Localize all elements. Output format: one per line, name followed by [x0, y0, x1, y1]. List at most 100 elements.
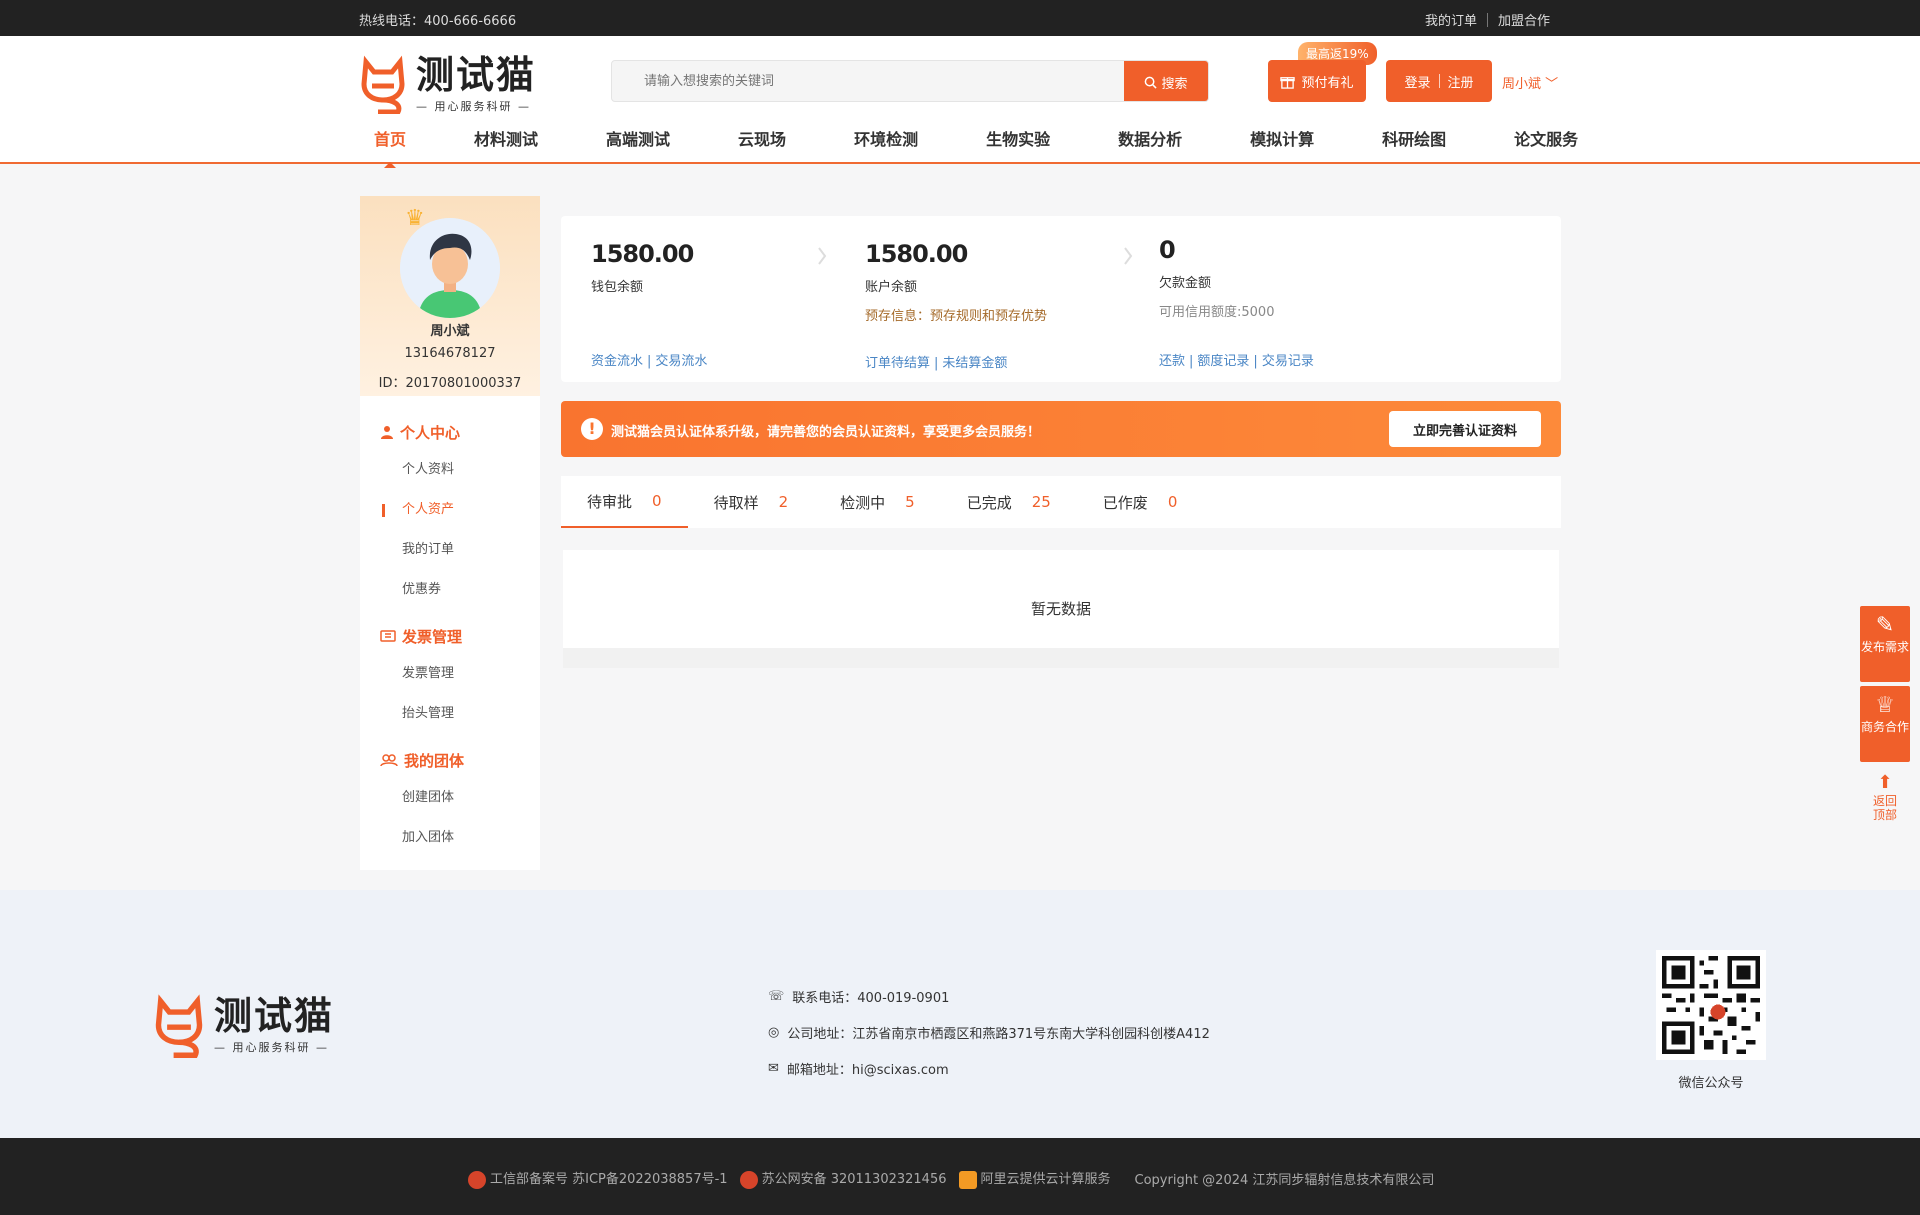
- prestore-info-link[interactable]: 预存信息：预存规则和预存优势: [865, 305, 1047, 324]
- user-menu[interactable]: 周小斌 ﹀: [1502, 73, 1558, 92]
- wechat-qr-code: [1656, 950, 1766, 1060]
- search-box: 搜索: [611, 60, 1209, 102]
- nav-item[interactable]: 高端测试: [590, 126, 686, 150]
- wallet-stat: 1580.00 钱包余额 资金流水 | 交易流水: [591, 240, 707, 369]
- logo-slogan: — 用心服务科研 —: [416, 100, 531, 113]
- divider: [1486, 12, 1488, 27]
- cat-logo-icon: [155, 994, 203, 1058]
- crown-icon: ♕: [1875, 693, 1895, 718]
- aliyun-icon: [958, 1170, 977, 1189]
- menu-item-create-team[interactable]: 创建团体: [360, 778, 540, 818]
- debt-stat: 0 欠款金额 可用信用额度:5000 还款 | 额度记录 | 交易记录: [1159, 236, 1314, 369]
- tab-count: 25: [1031, 493, 1051, 511]
- search-input[interactable]: [612, 61, 1112, 101]
- register-button[interactable]: 注册: [1448, 72, 1474, 91]
- business-cooperation-button[interactable]: ♕ 商务合作: [1860, 686, 1910, 762]
- chevron-down-icon: ﹀: [1545, 77, 1559, 92]
- account-links: 订单待结算 | 未结算金额: [865, 352, 1007, 371]
- exclamation-icon: !: [581, 418, 603, 440]
- wallet-links: 资金流水 | 交易流水: [591, 350, 707, 369]
- menu-title: 我的团体: [380, 748, 540, 772]
- nav-item[interactable]: 模拟计算: [1234, 126, 1330, 150]
- menu-item-assets[interactable]: 个人资产: [360, 490, 540, 530]
- tab-label: 待取样: [713, 493, 759, 512]
- search-button[interactable]: 搜索: [1124, 61, 1208, 101]
- my-orders-link[interactable]: 我的订单: [1425, 10, 1477, 29]
- footer-slogan: — 用心服务科研 —: [214, 1041, 329, 1054]
- repay-link[interactable]: 还款: [1159, 354, 1185, 369]
- nav-item[interactable]: 环境检测: [838, 126, 934, 150]
- profile-id: ID：20170801000337: [378, 376, 522, 391]
- menu-item-join-team[interactable]: 加入团体: [360, 818, 540, 858]
- transaction-record-link[interactable]: 交易记录: [1262, 354, 1314, 369]
- tab-pending-sampling[interactable]: 待取样 2: [688, 476, 815, 528]
- menu-item-invoice[interactable]: 发票管理: [360, 654, 540, 694]
- wallet-value: 1580.00: [591, 240, 694, 268]
- tab-label: 待审批: [587, 492, 633, 511]
- avatar[interactable]: [400, 218, 500, 318]
- nav-item[interactable]: 科研绘图: [1366, 126, 1462, 150]
- tab-completed[interactable]: 已完成 25: [941, 476, 1077, 528]
- main-nav: 首页 材料测试 高端测试 云现场 环境检测 生物实验 数据分析 模拟计算 科研绘…: [358, 126, 1630, 150]
- qr-code-image: [1662, 956, 1760, 1054]
- login-button[interactable]: 登录: [1404, 72, 1430, 91]
- pending-settlement-link[interactable]: 订单待结算: [865, 356, 930, 371]
- nav-item[interactable]: 云现场: [722, 126, 802, 150]
- contact-info: ☏ 联系电话：400-019-0901 ◎ 公司地址：江苏省南京市栖霞区和燕路3…: [768, 978, 1210, 1086]
- tab-count: 0: [1167, 493, 1178, 511]
- asset-stats-card: 1580.00 钱包余额 资金流水 | 交易流水 1580.00 账户余额 预存信息…: [561, 216, 1561, 382]
- limit-record-link[interactable]: 额度记录: [1197, 354, 1249, 369]
- menu-item-invoice-title[interactable]: 抬头管理: [360, 694, 540, 734]
- nav-item[interactable]: 论文服务: [1498, 126, 1594, 150]
- prepay-button[interactable]: 预付有礼: [1268, 60, 1366, 102]
- profile-card: ♛ 周小斌 13164678127 ID：20170801000337: [360, 196, 540, 396]
- tab-pending-approval[interactable]: 待审批 0: [561, 476, 688, 528]
- back-to-top-button[interactable]: ⬆ 返回顶部: [1860, 772, 1910, 836]
- logo-brand: 测试猫: [416, 53, 537, 97]
- business-cooperation-label: 商务合作: [1860, 720, 1909, 734]
- tab-voided[interactable]: 已作废 0: [1077, 476, 1204, 528]
- transaction-flow-link[interactable]: 交易流水: [655, 354, 707, 369]
- tab-testing[interactable]: 检测中 5: [814, 476, 941, 528]
- complete-certification-button[interactable]: 立即完善认证资料: [1389, 411, 1541, 447]
- publish-request-button[interactable]: ✎ 发布需求: [1860, 606, 1910, 682]
- debt-value: 0: [1159, 236, 1176, 264]
- aliyun-info[interactable]: 阿里云提供云计算服务: [958, 1168, 1111, 1189]
- tab-count: 5: [905, 493, 915, 511]
- nav-item[interactable]: 数据分析: [1102, 126, 1198, 150]
- menu-title-label: 我的团体: [404, 751, 465, 770]
- menu-group-invoice: 发票管理: [360, 624, 540, 648]
- menu-item-orders[interactable]: 我的订单: [360, 530, 540, 570]
- nav-item[interactable]: 材料测试: [458, 126, 554, 150]
- menu-item-profile[interactable]: 个人资料: [360, 450, 540, 490]
- police-text: 苏公网安备 32011302321456: [761, 1172, 947, 1187]
- sidebar: ♛ 周小斌 13164678127 ID：20170801000337 个人中心…: [360, 196, 540, 870]
- gift-icon: [1280, 76, 1296, 89]
- fund-flow-link[interactable]: 资金流水: [591, 354, 643, 369]
- account-stat: 1580.00 账户余额 预存信息：预存规则和预存优势 订单待结算 | 未结算金额: [865, 240, 1047, 371]
- unsettled-amount-link[interactable]: 未结算金额: [942, 356, 1007, 371]
- nav-item[interactable]: 生物实验: [970, 126, 1066, 150]
- avatar-image: [400, 218, 500, 318]
- icp-record[interactable]: 工信部备案号 苏ICP备2022038857号-1: [468, 1168, 728, 1189]
- back-to-top-label: 返回顶部: [1872, 794, 1897, 822]
- contact-phone: ☏ 联系电话：400-019-0901: [768, 978, 1210, 1014]
- prepay-label: 预付有礼: [1301, 75, 1354, 91]
- logo[interactable]: 测试猫 — 用心服务科研 —: [358, 52, 548, 116]
- order-status-tabs: 待审批 0 待取样 2 检测中 5 已完成 25 已作废 0: [561, 476, 1561, 528]
- police-record[interactable]: 苏公网安备 32011302321456: [739, 1168, 947, 1189]
- menu-group-team: 我的团体: [360, 748, 540, 772]
- certification-alert: ! 测试猫会员认证体系升级，请完善您的会员认证资料，享受更多会员服务！ 立即完善…: [561, 401, 1561, 457]
- divider: |: [647, 354, 652, 369]
- group-icon: [380, 754, 398, 767]
- tab-label: 已完成: [966, 493, 1012, 512]
- search-icon: [1145, 76, 1158, 89]
- menu-group-personal: 个人中心: [360, 420, 540, 444]
- nav-item[interactable]: 首页: [358, 126, 422, 150]
- menu-item-coupons[interactable]: 优惠券: [360, 570, 540, 610]
- divider: [1438, 74, 1440, 88]
- mail-icon: ✉: [768, 1060, 779, 1076]
- chevron-right-icon: [1124, 247, 1133, 265]
- contact-phone-text: 联系电话：400-019-0901: [792, 990, 950, 1006]
- join-link[interactable]: 加盟合作: [1498, 10, 1550, 29]
